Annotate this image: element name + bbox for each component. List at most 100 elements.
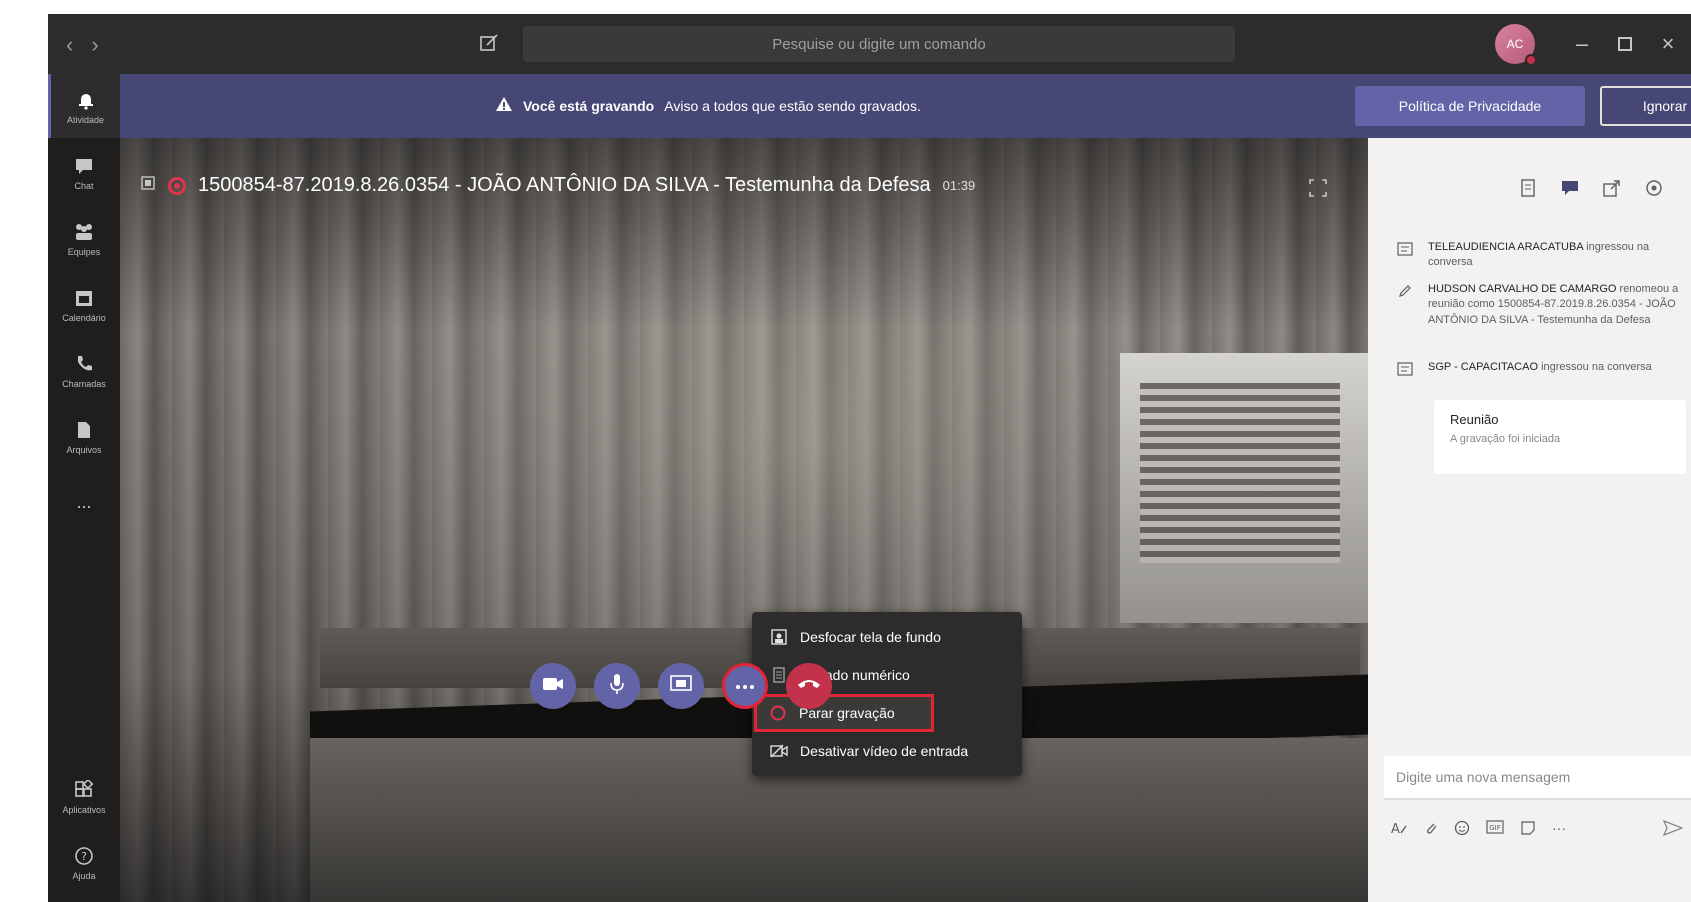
avatar[interactable]: AC <box>1495 24 1537 66</box>
hang-up-button[interactable] <box>786 663 832 709</box>
video-shade <box>120 138 1368 902</box>
camera-button[interactable] <box>530 663 576 709</box>
rail-item-arquivos[interactable]: Arquivos <box>48 404 120 468</box>
more-icon[interactable]: ··· <box>1552 820 1566 841</box>
share-screen-button[interactable] <box>658 663 704 709</box>
help-icon: ? <box>72 844 96 868</box>
menu-item-label: Desfocar tela de fundo <box>800 629 941 645</box>
recording-banner: Você está gravando Aviso a todos que est… <box>120 74 1691 138</box>
recording-notice-bold: Você está gravando <box>523 97 655 114</box>
pencil-icon <box>1396 282 1414 300</box>
chat-event: TELEAUDIENCIA ARACATUBA ingressou na con… <box>1396 240 1686 271</box>
rail-label: Chamadas <box>62 378 106 389</box>
meeting-card-subtitle: A gravação foi iniciada <box>1450 433 1561 445</box>
chat-event: SGP - CAPACITACAO ingressou na conversa <box>1396 360 1686 378</box>
rail-item-chamadas[interactable]: Chamadas <box>48 338 120 402</box>
ignore-button[interactable]: Ignorar <box>1600 86 1691 126</box>
rail-label: Calendário <box>62 312 106 323</box>
gif-icon[interactable]: GIF <box>1486 820 1504 841</box>
recording-notice-text: Aviso a todos que estão sendo gravados. <box>664 97 921 114</box>
meeting-title: 1500854-87.2019.8.26.0354 - JOÃO ANTÔNIO… <box>198 174 931 196</box>
attach-icon[interactable] <box>1424 820 1438 841</box>
rail-label: Atividade <box>66 114 105 125</box>
share-out-icon[interactable] <box>1602 178 1622 198</box>
chat-event-text: SGP - CAPACITACAO ingressou na conversa <box>1428 360 1652 378</box>
rail-item-aplicativos[interactable]: Aplicativos <box>48 764 120 828</box>
meeting-card: Reunião A gravação foi iniciada <box>1434 400 1686 474</box>
presence-badge <box>1525 54 1537 66</box>
forward-icon[interactable]: › <box>91 32 98 58</box>
rail-label: Aplicativos <box>62 804 106 815</box>
hangup-icon <box>797 677 821 695</box>
blur-icon <box>770 628 788 646</box>
chat-icon[interactable] <box>1560 178 1580 198</box>
chat-event-name: TELEAUDIENCIA ARACATUBA <box>1428 241 1584 253</box>
rail-label: Equipes <box>67 246 101 257</box>
expand-icon[interactable] <box>1308 178 1328 198</box>
mic-button[interactable] <box>594 663 640 709</box>
rail-item-calendario[interactable]: Calendário <box>48 272 120 336</box>
rail-item-equipes[interactable]: Equipes <box>48 206 120 270</box>
compose-toolbar: A GIF ··· <box>1390 820 1566 841</box>
rail-item-more[interactable]: ... <box>48 470 120 534</box>
svg-text:GIF: GIF <box>1489 824 1501 832</box>
more-actions-button[interactable] <box>722 663 768 709</box>
recording-icon <box>168 176 186 195</box>
rail-label: Chat <box>74 180 94 191</box>
settings-icon[interactable] <box>1644 178 1664 198</box>
svg-text:?: ? <box>81 850 87 863</box>
maximize-button[interactable] <box>1611 30 1639 58</box>
notes-icon[interactable] <box>1518 178 1538 198</box>
back-icon[interactable]: ‹ <box>66 32 73 58</box>
file-icon <box>72 418 96 442</box>
rail-item-ajuda[interactable]: ? Ajuda <box>48 830 120 894</box>
warning-icon <box>495 96 513 115</box>
share-icon <box>670 674 692 698</box>
rail-item-chat[interactable]: Chat <box>48 140 120 204</box>
menu-item-blur-background[interactable]: Desfocar tela de fundo <box>752 618 1022 656</box>
message-input[interactable]: Digite uma nova mensagem <box>1384 756 1691 800</box>
more-icon <box>735 677 755 695</box>
chat-event: HUDSON CARVALHO DE CAMARGO renomeou a re… <box>1396 282 1686 328</box>
send-icon[interactable] <box>1662 819 1684 841</box>
emoji-icon[interactable] <box>1454 820 1470 841</box>
calendar-icon <box>72 286 96 310</box>
menu-item-label: Desativar vídeo de entrada <box>800 743 969 759</box>
phone-icon <box>72 352 96 376</box>
menu-item-disable-incoming-video[interactable]: Desativar vídeo de entrada <box>752 732 1022 770</box>
recording-notice: Você está gravando Aviso a todos que est… <box>495 96 921 115</box>
bell-icon <box>74 88 98 112</box>
app-rail: Atividade Chat Equipes Calendário Chamad… <box>48 74 120 902</box>
close-button[interactable]: × <box>1654 30 1682 58</box>
video-off-icon <box>770 742 788 760</box>
minimize-button[interactable]: – <box>1568 30 1596 58</box>
format-icon[interactable]: A <box>1390 820 1408 841</box>
sticker-icon[interactable] <box>1520 820 1536 841</box>
meeting-duration: 01:39 <box>942 178 976 193</box>
panel-toolbar <box>1518 178 1664 198</box>
participants-icon[interactable] <box>140 174 156 197</box>
privacy-policy-button[interactable]: Política de Privacidade <box>1355 86 1585 126</box>
rail-label: Arquivos <box>66 444 102 455</box>
teams-window: ‹ › Pesquise ou digite um comando AC – ×… <box>48 14 1691 902</box>
rail-item-atividade[interactable]: Atividade <box>48 74 120 138</box>
meeting-header: 1500854-87.2019.8.26.0354 - JOÃO ANTÔNIO… <box>140 174 975 197</box>
chat-event-text: HUDSON CARVALHO DE CAMARGO renomeou a re… <box>1428 282 1686 328</box>
meeting-card-title: Reunião <box>1450 412 1499 427</box>
camera-icon <box>542 676 564 697</box>
chat-icon <box>72 154 96 178</box>
meeting-chat-panel: TELEAUDIENCIA ARACATUBA ingressou na con… <box>1368 138 1691 902</box>
avatar-initials: AC <box>1506 37 1524 51</box>
participant-joined-icon <box>1396 240 1414 258</box>
mic-icon <box>609 673 625 700</box>
participant-joined-icon <box>1396 360 1414 378</box>
call-controls <box>530 663 832 709</box>
teams-icon <box>72 220 96 244</box>
video-stage: 1500854-87.2019.8.26.0354 - JOÃO ANTÔNIO… <box>120 138 1368 902</box>
title-bar: ‹ › Pesquise ou digite um comando AC – × <box>48 14 1691 74</box>
search-input[interactable]: Pesquise ou digite um comando <box>523 26 1235 62</box>
new-chat-icon[interactable] <box>478 32 502 56</box>
chat-event-action: ingressou na conversa <box>1538 361 1652 373</box>
rail-label: Ajuda <box>72 870 96 881</box>
nav-arrows: ‹ › <box>66 32 99 58</box>
